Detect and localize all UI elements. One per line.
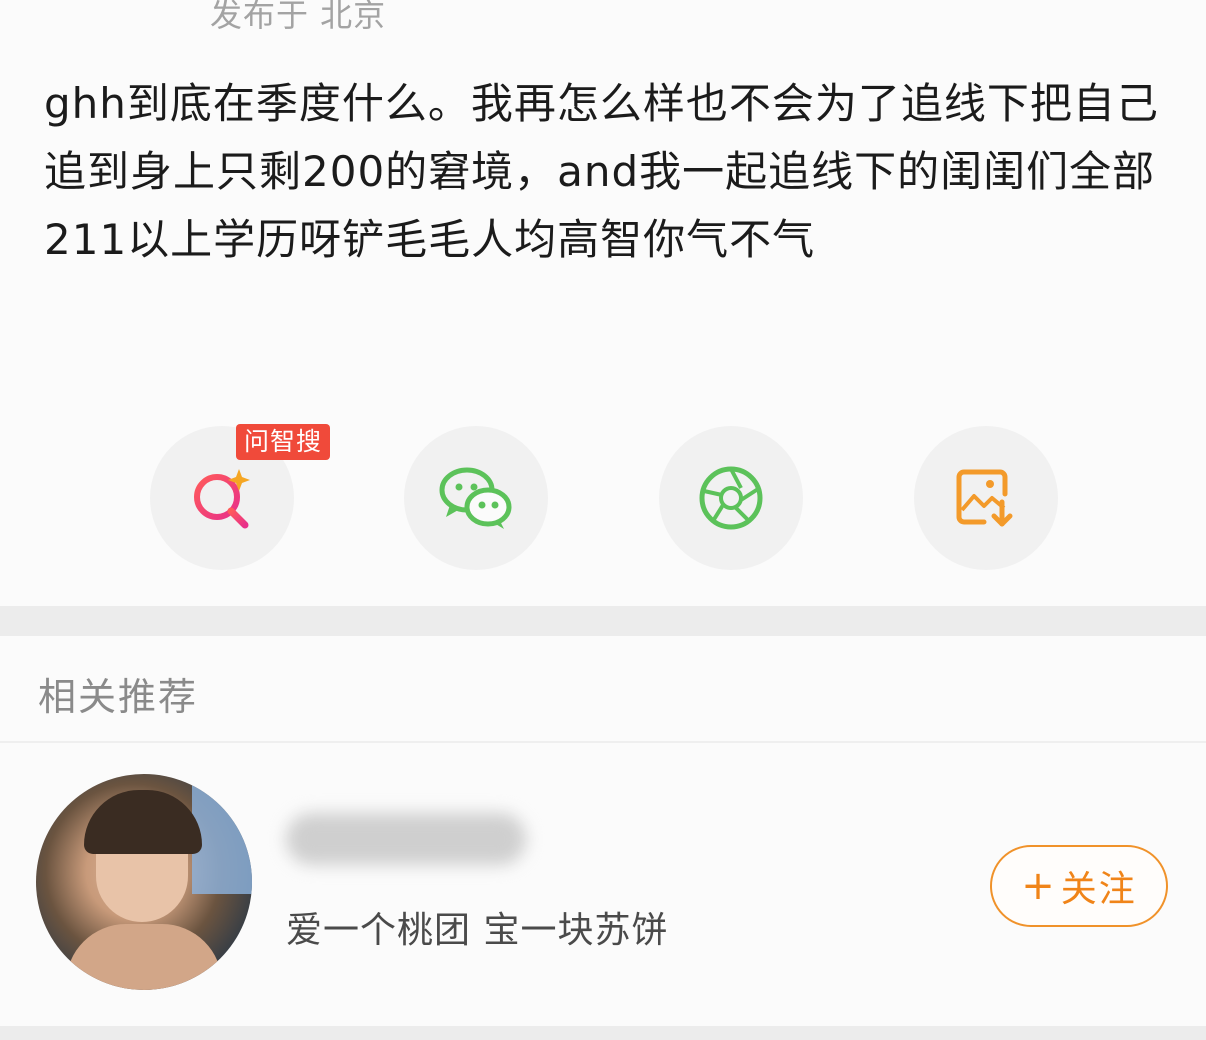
plus-icon: + xyxy=(1021,863,1057,909)
share-wechat-button[interactable] xyxy=(404,426,548,570)
ai-search-icon xyxy=(194,469,250,529)
moments-icon xyxy=(699,466,763,530)
section-separator xyxy=(0,606,1206,636)
avatar[interactable] xyxy=(36,774,252,990)
wechat-icon xyxy=(439,467,512,529)
page: 发布于 北京 ghh到底在季度什么。我再怎么样也不会为了追线下把自己追到身上只剩… xyxy=(0,0,1206,1040)
user-bio: 爱一个桃团 宝一块苏饼 xyxy=(286,910,669,951)
post-location: 发布于 北京 xyxy=(210,0,387,34)
save-image-button[interactable] xyxy=(914,426,1058,570)
save-image-icon xyxy=(956,469,1013,527)
post-card: 发布于 北京 ghh到底在季度什么。我再怎么样也不会为了追线下把自己追到身上只剩… xyxy=(0,0,1206,606)
bottom-separator xyxy=(0,1026,1206,1040)
user-name-blurred[interactable] xyxy=(286,813,526,865)
share-row: 问智搜 xyxy=(0,424,1206,570)
related-title: 相关推荐 xyxy=(38,675,199,719)
post-text: ghh到底在季度什么。我再怎么样也不会为了追线下把自己追到身上只剩200的窘境，… xyxy=(44,79,1159,264)
follow-button[interactable]: + 关注 xyxy=(990,845,1168,927)
recommended-user-row[interactable]: 爱一个桃团 宝一块苏饼 + 关注 xyxy=(0,743,1206,1026)
follow-label: 关注 xyxy=(1060,869,1137,910)
ai-search-badge: 问智搜 xyxy=(236,424,331,460)
share-moments-button[interactable] xyxy=(659,426,803,570)
related-section: 相关推荐 爱一个桃团 宝一块苏饼 + 关注 xyxy=(0,636,1206,1026)
